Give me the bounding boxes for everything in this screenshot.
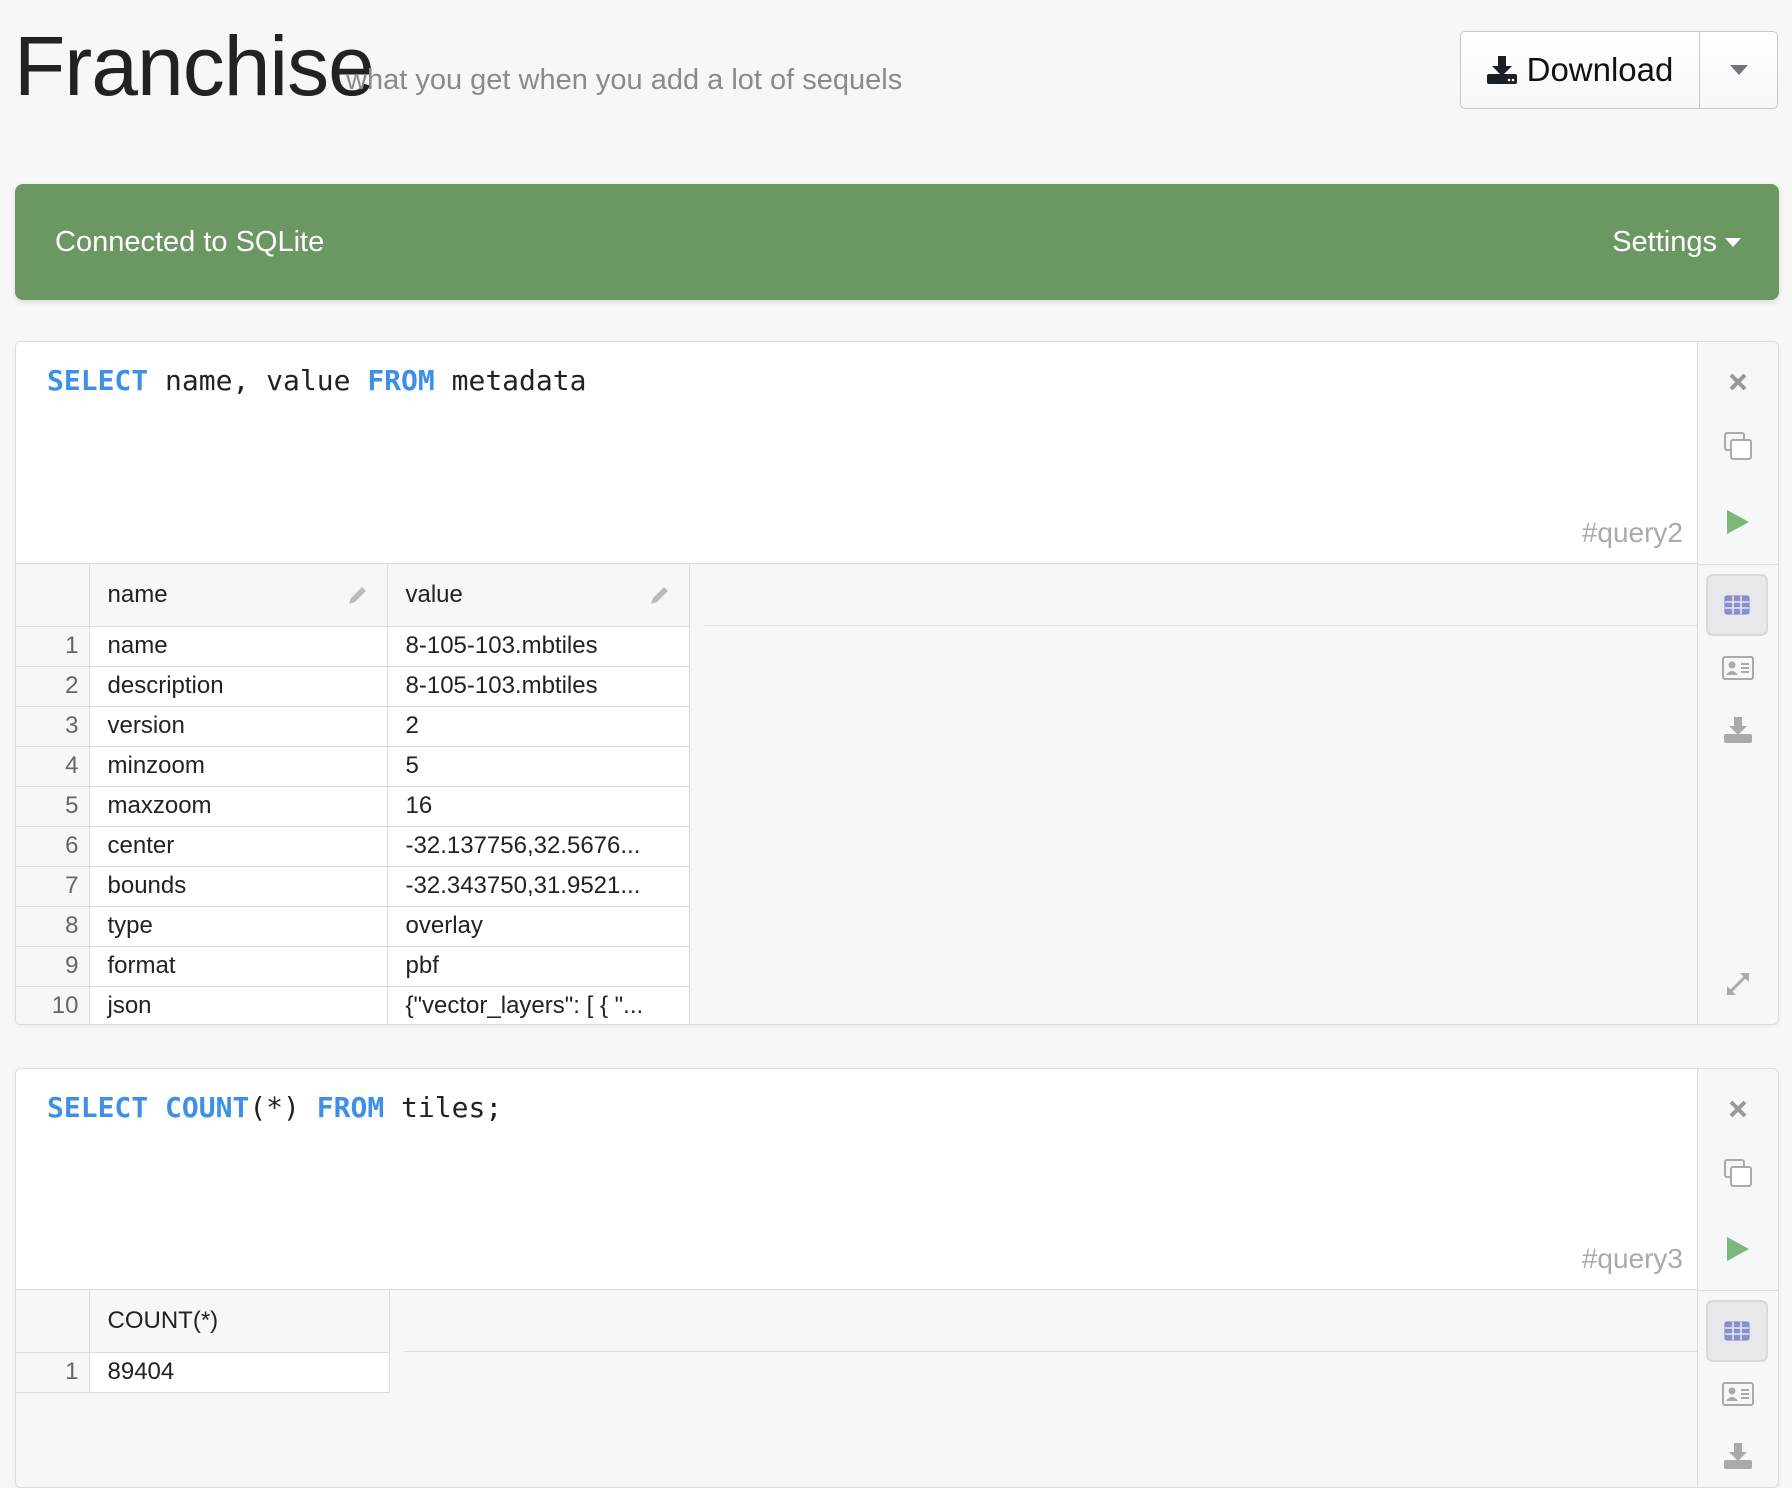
settings-label: Settings xyxy=(1612,225,1717,258)
table-row: 9 format pbf xyxy=(16,946,690,987)
play-icon xyxy=(1727,510,1749,534)
table-row: 2 description 8-105-103.mbtiles xyxy=(16,666,690,707)
table-cell[interactable]: 5 xyxy=(387,746,690,787)
table-icon xyxy=(1724,595,1750,615)
pencil-icon[interactable] xyxy=(649,584,671,606)
card-view-button[interactable] xyxy=(1698,648,1778,688)
query-cell: SELECT COUNT(*) FROM tiles; #query3 COUN… xyxy=(15,1068,1779,1488)
row-number: 6 xyxy=(16,826,90,867)
sql-editor[interactable]: SELECT COUNT(*) FROM tiles; #query3 xyxy=(16,1069,1697,1290)
caret-down-icon xyxy=(1725,237,1741,247)
row-number: 5 xyxy=(16,786,90,827)
table-row: 10 json {"vector_layers": [ { "... xyxy=(16,986,690,1024)
pencil-icon[interactable] xyxy=(347,584,369,606)
row-number: 7 xyxy=(16,866,90,907)
table-cell[interactable]: center xyxy=(89,826,388,867)
table-view-button[interactable] xyxy=(1706,574,1768,636)
table-cell[interactable]: 8-105-103.mbtiles xyxy=(387,626,690,667)
table-cell[interactable]: {"vector_layers": [ { "... xyxy=(387,986,690,1024)
sql-editor[interactable]: SELECT name, value FROM metadata #query2 xyxy=(16,342,1697,564)
table-cell[interactable]: json xyxy=(89,986,388,1024)
close-icon xyxy=(1729,1100,1747,1118)
table-cell[interactable]: name xyxy=(89,626,388,667)
export-button[interactable] xyxy=(1698,710,1778,750)
run-button[interactable] xyxy=(1698,502,1778,542)
table-cell[interactable]: description xyxy=(89,666,388,707)
row-number: 2 xyxy=(16,666,90,707)
table-row: 1 name 8-105-103.mbtiles xyxy=(16,626,690,667)
query-cell: SELECT name, value FROM metadata #query2… xyxy=(15,341,1779,1025)
duplicate-button[interactable] xyxy=(1698,426,1778,466)
play-icon xyxy=(1727,1237,1749,1261)
cell-sidebar xyxy=(1697,1069,1778,1487)
close-button[interactable] xyxy=(1698,1089,1778,1129)
table-cell[interactable]: bounds xyxy=(89,866,388,907)
page-title: Franchise xyxy=(14,19,375,113)
column-header[interactable]: COUNT(*) xyxy=(89,1290,390,1353)
row-number: 1 xyxy=(16,626,90,667)
download-icon xyxy=(1724,1443,1752,1469)
query-label: #query3 xyxy=(1581,1243,1683,1274)
run-button[interactable] xyxy=(1698,1229,1778,1269)
close-button[interactable] xyxy=(1698,362,1778,402)
table-cell[interactable]: type xyxy=(89,906,388,947)
sql-code[interactable]: SELECT COUNT(*) FROM tiles; xyxy=(47,1091,502,1124)
row-number: 1 xyxy=(16,1352,90,1393)
export-button[interactable] xyxy=(1698,1436,1778,1476)
table-view-button[interactable] xyxy=(1706,1300,1768,1362)
table-row: 6 center -32.137756,32.5676... xyxy=(16,826,690,867)
table-row: 1 89404 xyxy=(16,1352,390,1393)
close-icon xyxy=(1729,373,1747,391)
download-label: Download xyxy=(1526,51,1674,88)
table-cell[interactable]: format xyxy=(89,946,388,987)
download-icon xyxy=(1724,717,1752,743)
results-table: name value 1 name 8-105-103.mbtiles 2 descri… xyxy=(16,564,690,1024)
row-number: 3 xyxy=(16,706,90,747)
table-cell[interactable]: 89404 xyxy=(89,1352,390,1393)
caret-down-icon xyxy=(1729,65,1748,75)
row-number: 4 xyxy=(16,746,90,787)
copy-icon xyxy=(1724,432,1752,460)
table-row: 8 type overlay xyxy=(16,906,690,947)
row-number: 9 xyxy=(16,946,90,987)
table-cell[interactable]: maxzoom xyxy=(89,786,388,827)
table-cell[interactable]: 16 xyxy=(387,786,690,827)
table-cell[interactable]: 8-105-103.mbtiles xyxy=(387,666,690,707)
row-number: 10 xyxy=(16,986,90,1024)
table-cell[interactable]: overlay xyxy=(387,906,690,947)
table-cell[interactable]: minzoom xyxy=(89,746,388,787)
column-header[interactable]: name xyxy=(89,564,388,627)
query-label: #query2 xyxy=(1581,517,1683,548)
column-header[interactable]: value xyxy=(387,564,690,627)
table-cell[interactable]: pbf xyxy=(387,946,690,987)
table-cell[interactable]: 2 xyxy=(387,706,690,747)
table-row: 5 maxzoom 16 xyxy=(16,786,690,827)
table-cell[interactable]: -32.137756,32.5676... xyxy=(387,826,690,867)
id-card-icon xyxy=(1722,1382,1754,1406)
settings-dropdown[interactable]: Settings xyxy=(1612,226,1741,259)
duplicate-button[interactable] xyxy=(1698,1153,1778,1193)
table-row: 3 version 2 xyxy=(16,706,690,747)
table-cell[interactable]: -32.343750,31.9521... xyxy=(387,866,690,907)
download-options-toggle[interactable] xyxy=(1700,32,1777,108)
table-row: 4 minzoom 5 xyxy=(16,746,690,787)
card-view-button[interactable] xyxy=(1698,1374,1778,1414)
results-table: COUNT(*) 1 89404 xyxy=(16,1290,390,1393)
connection-status-bar: Connected to SQLite Settings xyxy=(15,184,1779,300)
row-number: 8 xyxy=(16,906,90,947)
download-button[interactable]: Download xyxy=(1461,32,1700,108)
download-icon xyxy=(1486,56,1517,84)
expand-button[interactable] xyxy=(1698,964,1778,1004)
table-cell[interactable]: version xyxy=(89,706,388,747)
table-icon xyxy=(1724,1321,1750,1341)
copy-icon xyxy=(1724,1159,1752,1187)
download-button-group: Download xyxy=(1460,31,1778,109)
expand-icon xyxy=(1726,972,1750,996)
page-subtitle: what you get when you add a lot of seque… xyxy=(346,64,903,96)
table-row: 7 bounds -32.343750,31.9521... xyxy=(16,866,690,907)
connection-status-text: Connected to SQLite xyxy=(55,225,325,258)
sql-code[interactable]: SELECT name, value FROM metadata xyxy=(47,364,586,397)
id-card-icon xyxy=(1722,656,1754,680)
cell-sidebar xyxy=(1697,342,1778,1024)
